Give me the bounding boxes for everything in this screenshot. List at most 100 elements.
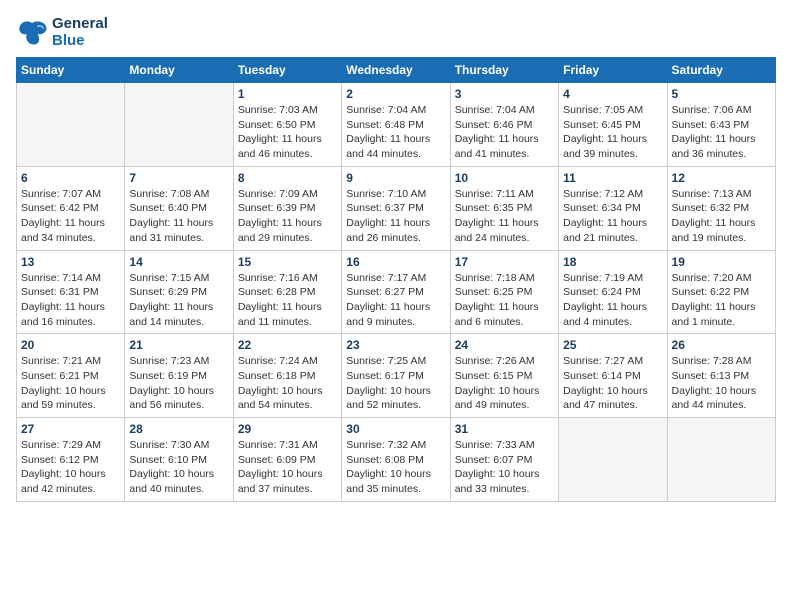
day-info: Sunrise: 7:25 AM Sunset: 6:17 PM Dayligh…	[346, 354, 445, 413]
calendar-week-row-5: 27 Sunrise: 7:29 AM Sunset: 6:12 PM Dayli…	[17, 418, 776, 502]
calendar-cell: 24 Sunrise: 7:26 AM Sunset: 6:15 PM Dayli…	[450, 334, 558, 418]
day-number: 23	[346, 338, 445, 352]
calendar-cell: 7 Sunrise: 7:08 AM Sunset: 6:40 PM Daylig…	[125, 166, 233, 250]
day-number: 27	[21, 422, 120, 436]
day-number: 14	[129, 255, 228, 269]
day-number: 8	[238, 171, 337, 185]
calendar-cell: 11 Sunrise: 7:12 AM Sunset: 6:34 PM Dayli…	[559, 166, 667, 250]
calendar-cell: 18Sunrise: 7:19 AM Sunset: 6:24 PM Dayli…	[559, 250, 667, 334]
calendar-cell: 12Sunrise: 7:13 AM Sunset: 6:32 PM Dayli…	[667, 166, 775, 250]
calendar-cell	[559, 418, 667, 502]
day-number: 25	[563, 338, 662, 352]
weekday-header-thursday: Thursday	[450, 58, 558, 83]
day-info: Sunrise: 7:03 AM Sunset: 6:50 PM Dayligh…	[238, 103, 337, 162]
calendar-cell: 3 Sunrise: 7:04 AM Sunset: 6:46 PM Daylig…	[450, 83, 558, 167]
calendar-week-row-1: 1 Sunrise: 7:03 AM Sunset: 6:50 PM Daylig…	[17, 83, 776, 167]
day-number: 1	[238, 87, 337, 101]
day-info: Sunrise: 7:08 AM Sunset: 6:40 PM Dayligh…	[129, 187, 228, 246]
day-number: 18	[563, 255, 662, 269]
day-info: Sunrise: 7:27 AM Sunset: 6:14 PM Dayligh…	[563, 354, 662, 413]
day-number: 10	[455, 171, 554, 185]
day-info: Sunrise: 7:09 AM Sunset: 6:39 PM Dayligh…	[238, 187, 337, 246]
day-number: 31	[455, 422, 554, 436]
day-info: Sunrise: 7:05 AM Sunset: 6:45 PM Dayligh…	[563, 103, 662, 162]
calendar-table: SundayMondayTuesdayWednesdayThursdayFrid…	[16, 57, 776, 502]
calendar-cell: 29 Sunrise: 7:31 AM Sunset: 6:09 PM Dayli…	[233, 418, 341, 502]
day-info: Sunrise: 7:30 AM Sunset: 6:10 PM Dayligh…	[129, 438, 228, 497]
calendar-cell: 28 Sunrise: 7:30 AM Sunset: 6:10 PM Dayli…	[125, 418, 233, 502]
day-number: 17	[455, 255, 554, 269]
calendar-cell: 1 Sunrise: 7:03 AM Sunset: 6:50 PM Daylig…	[233, 83, 341, 167]
calendar-cell: 8 Sunrise: 7:09 AM Sunset: 6:39 PM Daylig…	[233, 166, 341, 250]
calendar-cell: 4 Sunrise: 7:05 AM Sunset: 6:45 PM Daylig…	[559, 83, 667, 167]
calendar-week-row-2: 6 Sunrise: 7:07 AM Sunset: 6:42 PM Daylig…	[17, 166, 776, 250]
calendar-cell: 23 Sunrise: 7:25 AM Sunset: 6:17 PM Dayli…	[342, 334, 450, 418]
day-number: 29	[238, 422, 337, 436]
day-number: 24	[455, 338, 554, 352]
day-info: Sunrise: 7:26 AM Sunset: 6:15 PM Dayligh…	[455, 354, 554, 413]
logo-icon	[16, 19, 48, 47]
calendar-cell: 19 Sunrise: 7:20 AM Sunset: 6:22 PM Dayli…	[667, 250, 775, 334]
day-number: 9	[346, 171, 445, 185]
calendar-cell	[667, 418, 775, 502]
day-info: Sunrise: 7:07 AM Sunset: 6:42 PM Dayligh…	[21, 187, 120, 246]
day-number: 13	[21, 255, 120, 269]
day-number: 7	[129, 171, 228, 185]
day-number: 15	[238, 255, 337, 269]
day-number: 28	[129, 422, 228, 436]
calendar-cell: 14Sunrise: 7:15 AM Sunset: 6:29 PM Dayli…	[125, 250, 233, 334]
day-number: 2	[346, 87, 445, 101]
calendar-cell: 9 Sunrise: 7:10 AM Sunset: 6:37 PM Daylig…	[342, 166, 450, 250]
day-number: 4	[563, 87, 662, 101]
calendar-cell: 16 Sunrise: 7:17 AM Sunset: 6:27 PM Dayli…	[342, 250, 450, 334]
day-number: 16	[346, 255, 445, 269]
logo-text: General Blue	[52, 16, 108, 49]
day-number: 20	[21, 338, 120, 352]
calendar-cell: 20 Sunrise: 7:21 AM Sunset: 6:21 PM Dayli…	[17, 334, 125, 418]
day-info: Sunrise: 7:04 AM Sunset: 6:46 PM Dayligh…	[455, 103, 554, 162]
day-info: Sunrise: 7:24 AM Sunset: 6:18 PM Dayligh…	[238, 354, 337, 413]
weekday-header-monday: Monday	[125, 58, 233, 83]
day-info: Sunrise: 7:33 AM Sunset: 6:07 PM Dayligh…	[455, 438, 554, 497]
day-number: 5	[672, 87, 771, 101]
day-number: 3	[455, 87, 554, 101]
calendar-cell: 30 Sunrise: 7:32 AM Sunset: 6:08 PM Dayli…	[342, 418, 450, 502]
day-number: 30	[346, 422, 445, 436]
calendar-cell: 25 Sunrise: 7:27 AM Sunset: 6:14 PM Dayli…	[559, 334, 667, 418]
day-info: Sunrise: 7:17 AM Sunset: 6:27 PM Dayligh…	[346, 271, 445, 330]
day-number: 26	[672, 338, 771, 352]
day-info: Sunrise: 7:23 AM Sunset: 6:19 PM Dayligh…	[129, 354, 228, 413]
day-info: Sunrise: 7:16 AM Sunset: 6:28 PM Dayligh…	[238, 271, 337, 330]
day-number: 12	[672, 171, 771, 185]
day-info: Sunrise: 7:10 AM Sunset: 6:37 PM Dayligh…	[346, 187, 445, 246]
weekday-header-tuesday: Tuesday	[233, 58, 341, 83]
day-info: Sunrise: 7:29 AM Sunset: 6:12 PM Dayligh…	[21, 438, 120, 497]
day-info: Sunrise: 7:31 AM Sunset: 6:09 PM Dayligh…	[238, 438, 337, 497]
calendar-cell: 15 Sunrise: 7:16 AM Sunset: 6:28 PM Dayli…	[233, 250, 341, 334]
calendar-cell	[17, 83, 125, 167]
calendar-week-row-4: 20 Sunrise: 7:21 AM Sunset: 6:21 PM Dayli…	[17, 334, 776, 418]
weekday-header-wednesday: Wednesday	[342, 58, 450, 83]
day-info: Sunrise: 7:18 AM Sunset: 6:25 PM Dayligh…	[455, 271, 554, 330]
day-number: 19	[672, 255, 771, 269]
weekday-header-saturday: Saturday	[667, 58, 775, 83]
weekday-header-friday: Friday	[559, 58, 667, 83]
calendar-cell: 22Sunrise: 7:24 AM Sunset: 6:18 PM Dayli…	[233, 334, 341, 418]
day-info: Sunrise: 7:12 AM Sunset: 6:34 PM Dayligh…	[563, 187, 662, 246]
day-number: 11	[563, 171, 662, 185]
calendar-cell: 21Sunrise: 7:23 AM Sunset: 6:19 PM Dayli…	[125, 334, 233, 418]
weekday-header-sunday: Sunday	[17, 58, 125, 83]
day-info: Sunrise: 7:32 AM Sunset: 6:08 PM Dayligh…	[346, 438, 445, 497]
day-info: Sunrise: 7:21 AM Sunset: 6:21 PM Dayligh…	[21, 354, 120, 413]
calendar-cell: 5 Sunrise: 7:06 AM Sunset: 6:43 PM Daylig…	[667, 83, 775, 167]
calendar-cell: 13 Sunrise: 7:14 AM Sunset: 6:31 PM Dayli…	[17, 250, 125, 334]
day-info: Sunrise: 7:06 AM Sunset: 6:43 PM Dayligh…	[672, 103, 771, 162]
calendar-cell: 17 Sunrise: 7:18 AM Sunset: 6:25 PM Dayli…	[450, 250, 558, 334]
day-info: Sunrise: 7:20 AM Sunset: 6:22 PM Dayligh…	[672, 271, 771, 330]
day-info: Sunrise: 7:04 AM Sunset: 6:48 PM Dayligh…	[346, 103, 445, 162]
day-info: Sunrise: 7:28 AM Sunset: 6:13 PM Dayligh…	[672, 354, 771, 413]
day-number: 6	[21, 171, 120, 185]
page-header: General Blue	[16, 16, 776, 49]
day-info: Sunrise: 7:11 AM Sunset: 6:35 PM Dayligh…	[455, 187, 554, 246]
day-info: Sunrise: 7:14 AM Sunset: 6:31 PM Dayligh…	[21, 271, 120, 330]
